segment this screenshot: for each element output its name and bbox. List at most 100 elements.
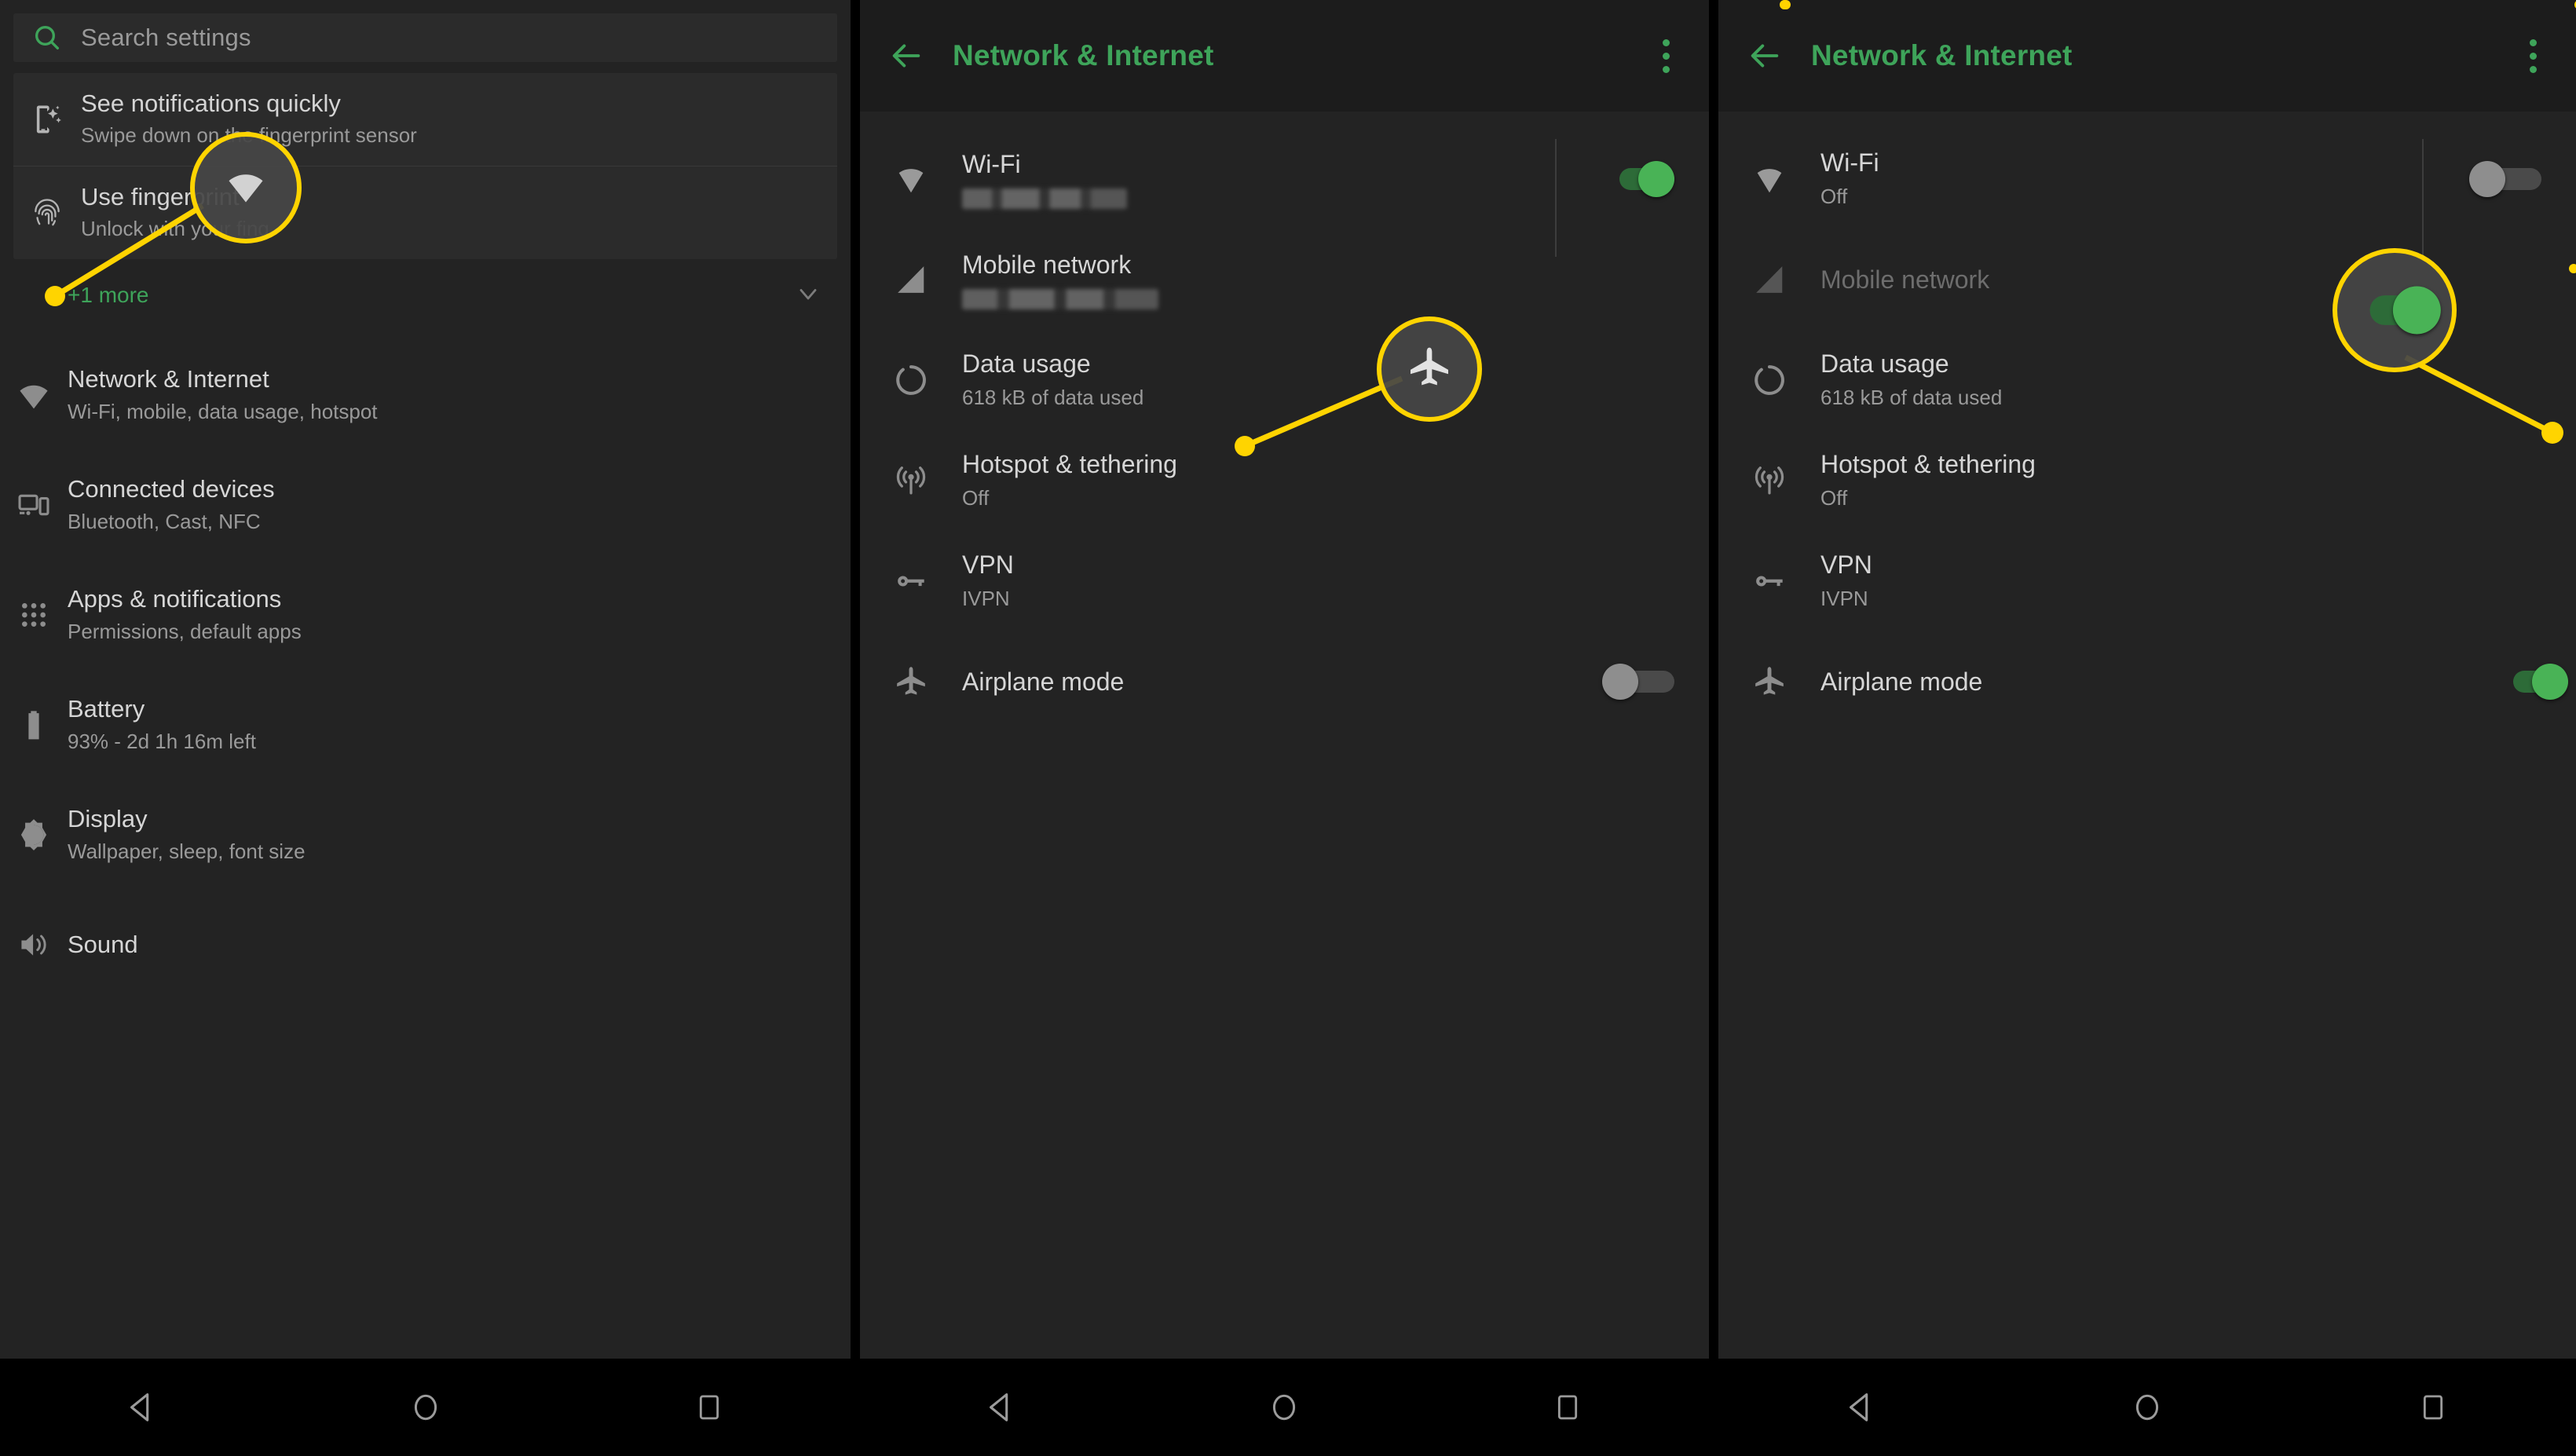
item-text: Sound [68,930,138,959]
hotspot-icon [1718,463,1820,499]
sidebar-item-network-internet[interactable]: Network & Internet Wi-Fi, mobile, data u… [0,349,851,441]
airplane-mode-toggle[interactable] [2496,664,2568,700]
back-arrow-icon[interactable] [1718,38,1811,74]
back-arrow-icon[interactable] [860,38,953,74]
row-text: Mobile network [962,250,1568,310]
row-title: Mobile network [962,250,1132,279]
data-usage-icon [860,362,962,398]
item-title: Battery [68,695,145,723]
nav-home-button[interactable] [2100,1359,2194,1456]
chevron-down-icon[interactable] [794,280,822,312]
network-internet-screen-airplane-on: Network & Internet Wi-Fi Off Mobile netw… [1718,0,2576,1359]
item-text: Apps & notifications Permissions, defaul… [68,584,302,646]
nav-back-button[interactable] [1814,1359,1908,1456]
search-icon [13,22,81,53]
item-text: Network & Internet Wi-Fi, mobile, data u… [68,364,378,426]
overflow-menu-icon[interactable] [2490,36,2576,76]
row-text: VPN IVPN [1820,550,2435,613]
suggestion-card: See notifications quickly Swipe down on … [13,73,837,259]
row-airplane-mode[interactable]: Airplane mode [860,631,1709,732]
vpn-key-icon [1718,563,1820,599]
item-subtitle: Wi-Fi, mobile, data usage, hotspot [68,400,378,424]
row-text: Airplane mode [962,667,1568,697]
android-navigation-bar [1718,1359,2576,1456]
nav-home-button[interactable] [1237,1359,1331,1456]
toggle-on-switch [2351,286,2441,335]
item-subtitle: 93% - 2d 1h 16m left [68,730,256,754]
item-text: Connected devices Bluetooth, Cast, NFC [68,474,275,536]
wifi-toggle[interactable] [1602,161,1674,197]
airplane-mode-toggle[interactable] [1602,664,1674,700]
battery-icon [0,708,68,742]
row-data-usage[interactable]: Data usage 618 kB of data used [1718,330,2576,430]
nav-back-button[interactable] [95,1359,189,1456]
search-bar[interactable]: Search settings [13,13,837,62]
wifi-icon [860,161,962,197]
sidebar-item-sound[interactable]: Sound [0,898,851,991]
sound-icon [0,927,68,962]
nav-recents-button[interactable] [1520,1359,1615,1456]
row-subtitle: Off [1820,486,1848,510]
redacted-ssid [962,188,1127,210]
nav-recents-button[interactable] [2386,1359,2480,1456]
row-subtitle: Off [1820,185,1848,209]
airplane-toggle-wrap[interactable] [1568,664,1709,700]
nav-back-button[interactable] [954,1359,1048,1456]
wifi-toggle-wrap[interactable] [1555,139,1709,257]
row-hotspot-tethering[interactable]: Hotspot & tethering Off [1718,430,2576,531]
suggestion-fingerprint[interactable]: Use fingerprint Unlock with your fing [13,166,837,259]
row-data-usage[interactable]: Data usage 618 kB of data used [860,330,1709,430]
nav-home-button[interactable] [379,1359,473,1456]
item-subtitle: Wallpaper, sleep, font size [68,840,306,864]
apps-grid-icon [0,599,68,631]
overflow-menu-icon[interactable] [1623,36,1709,76]
row-text: VPN IVPN [962,550,1568,613]
network-settings-list: Wi-Fi Off Mobile network Data usage 618 … [1718,112,2576,732]
row-vpn[interactable]: VPN IVPN [860,531,1709,631]
page-title: Network & Internet [953,39,1214,71]
row-wifi[interactable]: Wi-Fi [860,129,1709,257]
item-subtitle: Bluetooth, Cast, NFC [68,510,261,534]
redacted-carrier [962,289,1158,310]
panel-network-internet-after: Network & Internet Wi-Fi Off Mobile netw… [1718,0,2576,1456]
app-bar: Network & Internet [1718,0,2576,112]
row-title: Wi-Fi [1820,148,1879,177]
suggestion-notifications[interactable]: See notifications quickly Swipe down on … [13,73,837,166]
row-airplane-mode[interactable]: Airplane mode [1718,631,2576,732]
row-text: Wi-Fi Off [1820,148,2435,210]
row-subtitle: 618 kB of data used [1820,386,2003,410]
wifi-icon [223,163,269,213]
row-text: Hotspot & tethering Off [1820,449,2435,512]
row-title: Hotspot & tethering [1820,449,2036,478]
airplane-icon [1405,343,1454,396]
sidebar-item-display[interactable]: Display Wallpaper, sleep, font size [0,788,851,881]
row-mobile-network[interactable]: Mobile network [860,229,1709,330]
row-subtitle: IVPN [1820,587,1868,611]
wifi-icon [1718,161,1820,197]
row-subtitle: Off [962,486,990,510]
hotspot-icon [860,463,962,499]
row-title: VPN [962,550,1014,579]
row-wifi[interactable]: Wi-Fi Off [1718,129,2576,257]
sidebar-item-apps-notifications[interactable]: Apps & notifications Permissions, defaul… [0,569,851,661]
wifi-toggle[interactable] [2469,161,2541,197]
row-text: Hotspot & tethering Off [962,449,1568,512]
row-hotspot-tethering[interactable]: Hotspot & tethering Off [860,430,1709,531]
signal-bars-icon [1718,262,1820,298]
callout-spacer-2 [1781,0,1791,9]
connected-devices-icon [0,488,68,522]
wifi-toggle-wrap[interactable] [2422,139,2576,257]
row-text: Wi-Fi [962,149,1568,210]
notifications-swipe-icon [13,103,81,136]
settings-list: Network & Internet Wi-Fi, mobile, data u… [0,349,851,991]
row-text: Data usage 618 kB of data used [1820,349,2435,412]
sidebar-item-battery[interactable]: Battery 93% - 2d 1h 16m left [0,679,851,771]
airplane-icon [860,664,962,700]
search-input-placeholder[interactable]: Search settings [81,24,251,52]
nav-recents-button[interactable] [662,1359,756,1456]
panel-divider-2 [1709,0,1718,1456]
row-vpn[interactable]: VPN IVPN [1718,531,2576,631]
sidebar-item-connected-devices[interactable]: Connected devices Bluetooth, Cast, NFC [0,459,851,551]
airplane-toggle-wrap[interactable] [2461,664,2576,700]
more-suggestions-row[interactable]: +1 more [0,262,851,328]
